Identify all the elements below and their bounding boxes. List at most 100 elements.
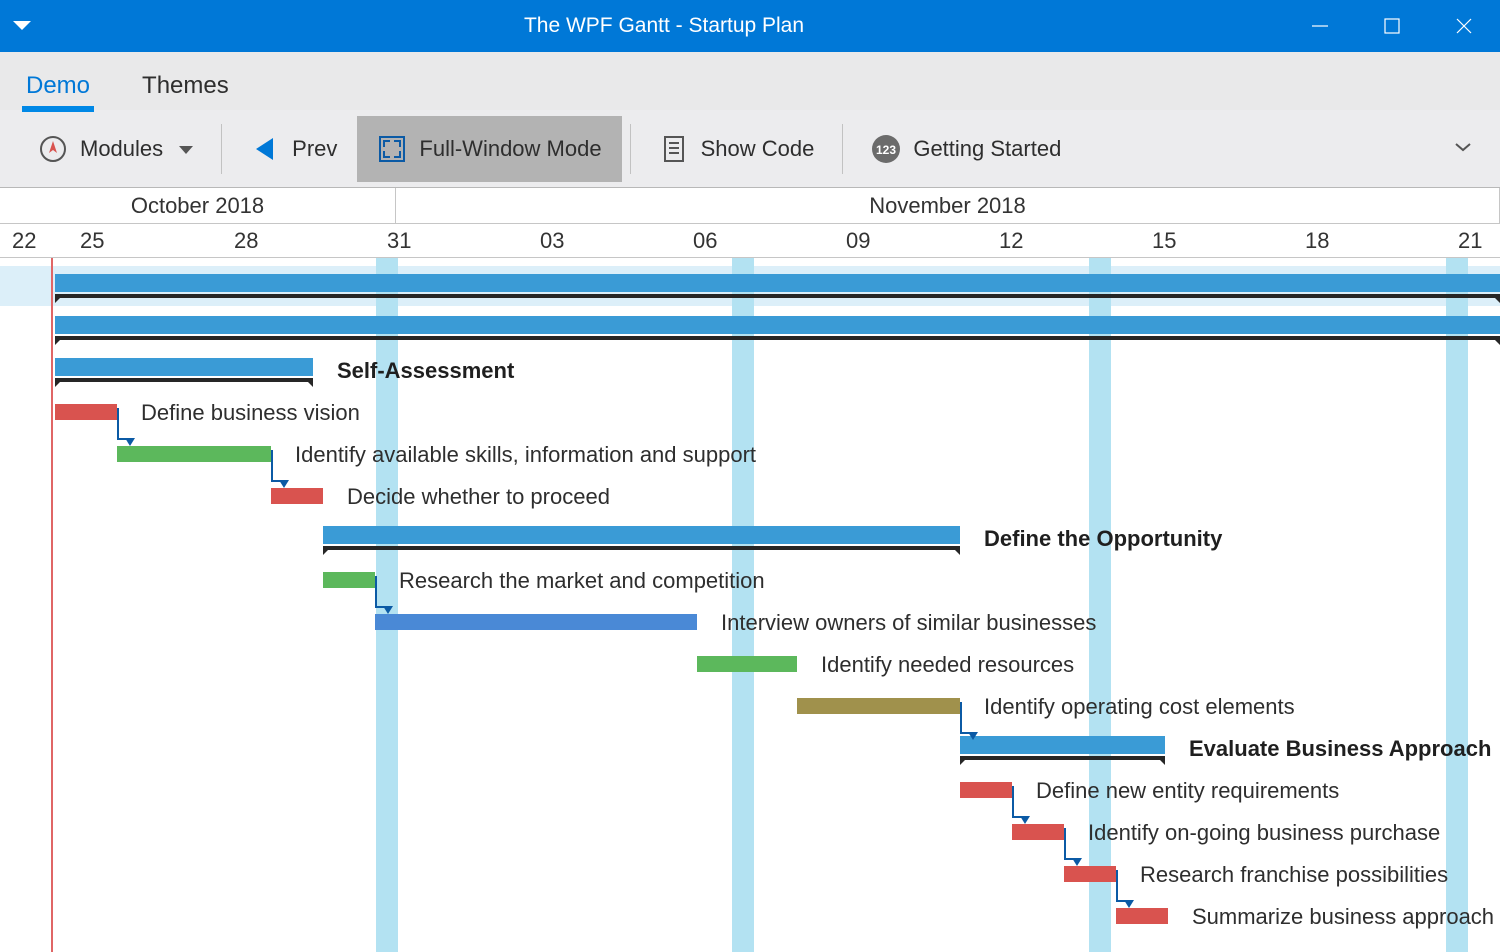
day-tick: 28 (234, 228, 258, 254)
compass-icon (38, 134, 68, 164)
task-label: Identify on-going business purchase (1088, 820, 1440, 846)
summary-bar[interactable] (55, 316, 1500, 334)
expand-icon (377, 134, 407, 164)
task-bar[interactable] (1064, 866, 1116, 882)
getting-started-label: Getting Started (913, 136, 1061, 162)
dependency-line (1116, 870, 1118, 902)
dependency-line (271, 450, 273, 482)
summary-bracket (55, 378, 313, 382)
day-tick: 21 (1458, 228, 1482, 254)
day-row: 2225283103060912151821 (0, 224, 1500, 258)
prev-label: Prev (292, 136, 337, 162)
dependency-arrow-icon (125, 438, 135, 446)
tab-themes[interactable]: Themes (138, 60, 233, 110)
task-row[interactable]: Identify on-going business purchase (0, 812, 1500, 852)
dependency-line (1012, 786, 1014, 818)
window-controls (1284, 0, 1500, 52)
summary-bar[interactable] (323, 526, 960, 544)
task-row[interactable]: Summarize business approach (0, 896, 1500, 936)
task-label: Interview owners of similar businesses (721, 610, 1096, 636)
summary-row[interactable]: Define the Opportunity (0, 518, 1500, 558)
task-bar[interactable] (55, 404, 117, 420)
task-bar[interactable] (960, 782, 1012, 798)
full-window-label: Full-Window Mode (419, 136, 601, 162)
summary-bar[interactable] (55, 358, 313, 376)
quick-access-toggle[interactable] (0, 21, 44, 31)
minimize-button[interactable] (1284, 0, 1356, 52)
full-window-mode-button[interactable]: Full-Window Mode (357, 116, 621, 182)
ribbon-collapse-icon[interactable] (1444, 140, 1482, 158)
maximize-button[interactable] (1356, 0, 1428, 52)
task-row[interactable]: Identify available skills, information a… (0, 434, 1500, 474)
gantt-body[interactable]: Self-Assessment Define business vision Ide… (0, 258, 1500, 952)
task-bar[interactable] (323, 572, 375, 588)
task-row[interactable]: Research franchise possibilities (0, 854, 1500, 894)
dependency-arrow-icon (968, 732, 978, 740)
task-row[interactable]: Identify needed resources (0, 644, 1500, 684)
dependency-arrow-icon (279, 480, 289, 488)
task-bar[interactable] (697, 656, 797, 672)
titlebar: The WPF Gantt - Startup Plan (0, 0, 1500, 52)
separator (842, 124, 843, 174)
task-label: Research the market and competition (399, 568, 765, 594)
prev-button[interactable]: Prev (230, 116, 357, 182)
task-row[interactable]: Define new entity requirements (0, 770, 1500, 810)
task-bar[interactable] (797, 698, 960, 714)
day-tick: 06 (693, 228, 717, 254)
task-label: Identify needed resources (821, 652, 1074, 678)
summary-row[interactable] (0, 266, 1500, 306)
task-row[interactable]: Decide whether to proceed (0, 476, 1500, 516)
summary-label: Self-Assessment (337, 358, 514, 384)
day-tick: 22 (12, 228, 36, 254)
month-cell: November 2018 (396, 188, 1500, 223)
day-tick: 09 (846, 228, 870, 254)
dependency-arrow-icon (383, 606, 393, 614)
timeline-header: October 2018 November 2018 2225283103060… (0, 188, 1500, 258)
task-label: Define business vision (141, 400, 360, 426)
modules-label: Modules (80, 136, 163, 162)
summary-row[interactable]: Self-Assessment (0, 350, 1500, 390)
dependency-line (1064, 828, 1066, 860)
separator (221, 124, 222, 174)
task-row[interactable]: Research the market and competition (0, 560, 1500, 600)
task-bar[interactable] (271, 488, 323, 504)
summary-row[interactable] (0, 308, 1500, 348)
day-tick: 18 (1305, 228, 1329, 254)
window-title: The WPF Gantt - Startup Plan (44, 14, 1284, 38)
task-bar[interactable] (1012, 824, 1064, 840)
task-bar[interactable] (1116, 908, 1168, 924)
summary-bracket (55, 336, 1500, 340)
svg-text:123: 123 (876, 143, 896, 157)
task-label: Identify operating cost elements (984, 694, 1295, 720)
task-bar[interactable] (375, 614, 697, 630)
dependency-arrow-icon (1072, 858, 1082, 866)
modules-dropdown[interactable]: Modules (18, 116, 213, 182)
prev-arrow-icon (250, 134, 280, 164)
tab-demo[interactable]: Demo (22, 60, 94, 110)
dependency-arrow-icon (1020, 816, 1030, 824)
steps-icon: 123 (871, 134, 901, 164)
task-row[interactable]: Define business vision (0, 392, 1500, 432)
show-code-label: Show Code (701, 136, 815, 162)
summary-bar[interactable] (55, 274, 1500, 292)
separator (630, 124, 631, 174)
month-cell: October 2018 (0, 188, 396, 223)
close-button[interactable] (1428, 0, 1500, 52)
summary-bracket (960, 756, 1165, 760)
summary-row[interactable]: Evaluate Business Approach (0, 728, 1500, 768)
day-tick: 03 (540, 228, 564, 254)
task-label: Decide whether to proceed (347, 484, 610, 510)
day-tick: 12 (999, 228, 1023, 254)
document-icon (659, 134, 689, 164)
getting-started-button[interactable]: 123 Getting Started (851, 116, 1081, 182)
summary-bracket (323, 546, 960, 550)
show-code-button[interactable]: Show Code (639, 116, 835, 182)
task-row[interactable]: Interview owners of similar businesses (0, 602, 1500, 642)
dependency-line (117, 408, 119, 440)
task-bar[interactable] (117, 446, 271, 462)
summary-bar[interactable] (960, 736, 1165, 754)
chevron-down-icon (179, 136, 193, 162)
ribbon: Modules Prev Full-Window Mode Show Code … (0, 110, 1500, 188)
tab-strip: Demo Themes (0, 52, 1500, 110)
task-row[interactable]: Identify operating cost elements (0, 686, 1500, 726)
